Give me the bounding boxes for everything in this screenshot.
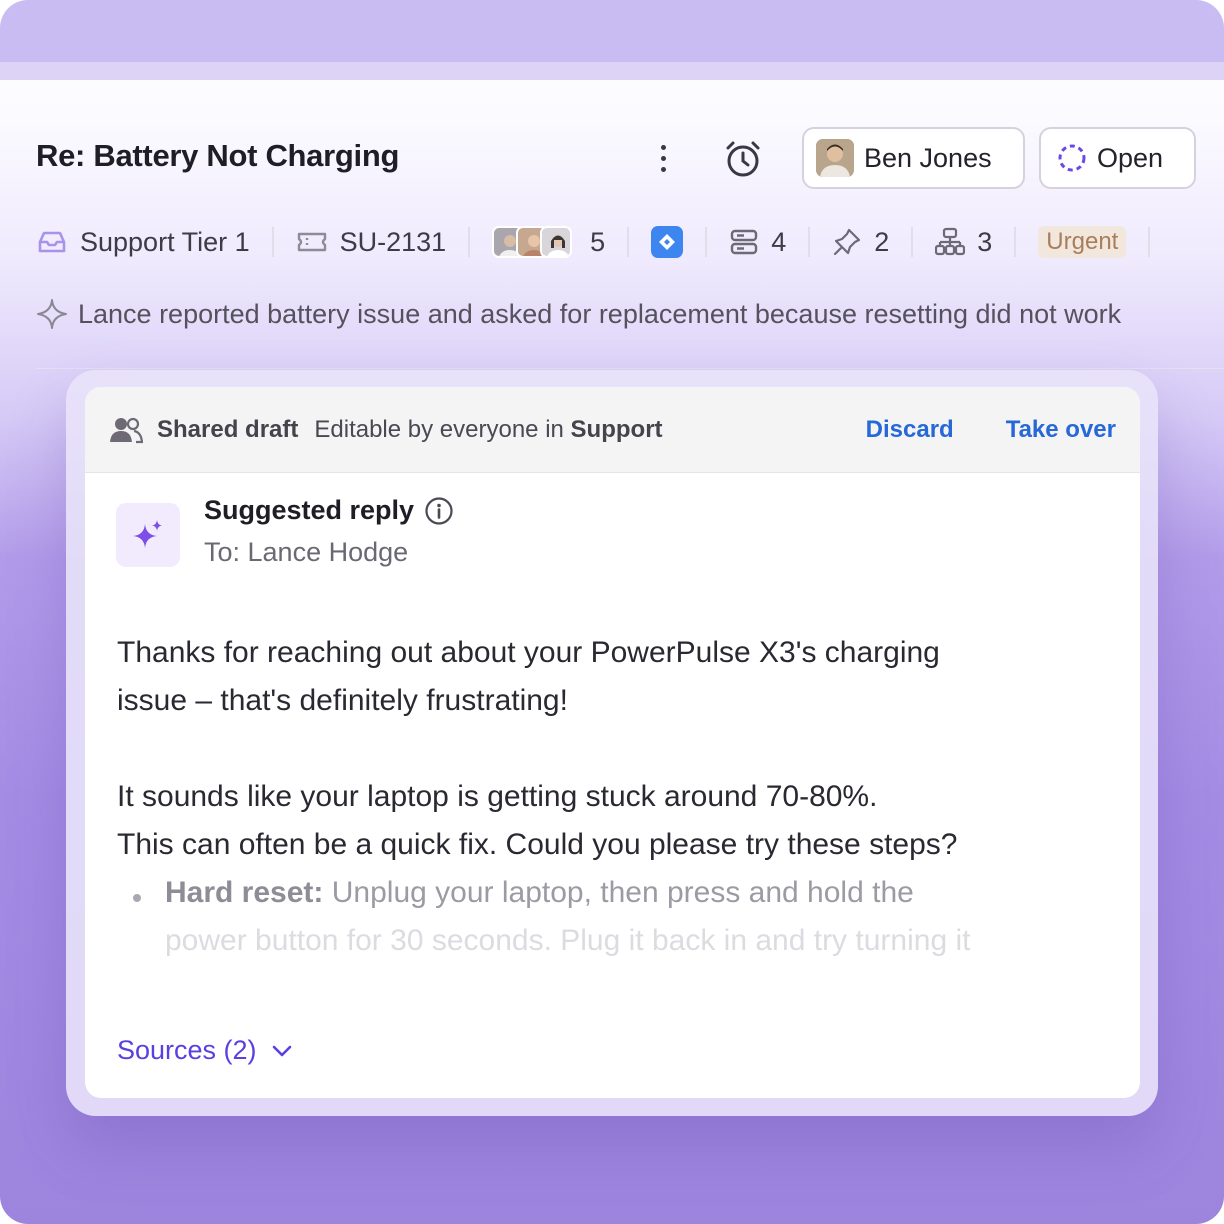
inbox-icon: [38, 231, 66, 253]
top-band: [0, 0, 1224, 62]
suggested-reply-card: Shared draft Editable by everyone in Sup…: [85, 387, 1140, 1098]
users-icon: [110, 417, 143, 443]
divider: [36, 368, 1224, 369]
reply-recipient: To: Lance Hodge: [204, 537, 409, 567]
hierarchy-icon: [935, 227, 966, 256]
assignee-name: Ben Jones: [864, 142, 992, 173]
team-chip[interactable]: Support Tier 1: [36, 227, 250, 258]
more-options-icon[interactable]: [648, 140, 678, 176]
status-label: Open: [1097, 142, 1164, 173]
server-stack-icon: [731, 229, 758, 255]
sparkle-icon: [37, 299, 67, 329]
pinned-chip[interactable]: 2: [832, 227, 889, 258]
ticket-icon: [297, 232, 326, 252]
snooze-alarm-icon[interactable]: [722, 138, 764, 180]
editable-note: Editable by everyone in Support: [314, 415, 663, 443]
sources-toggle[interactable]: Sources (2): [117, 1035, 293, 1066]
ai-summary: Lance reported battery issue and asked f…: [36, 298, 1121, 330]
top-strip: [0, 62, 1224, 80]
chevron-down-icon: [272, 1045, 291, 1056]
participants-chip[interactable]: 5: [492, 226, 605, 258]
take-over-button[interactable]: Take over: [1006, 416, 1116, 444]
list-item: Hard reset: Unplug your laptop, then pre…: [117, 869, 1107, 917]
suggested-reply-title: Suggested reply: [204, 495, 454, 526]
jira-icon[interactable]: [651, 226, 684, 258]
ticket-title: Re: Battery Not Charging: [36, 138, 400, 173]
app-canvas: Re: Battery Not Charging Ben Jones Open: [0, 0, 1224, 1224]
info-icon[interactable]: [424, 496, 454, 526]
shared-draft-label: Shared draft: [157, 415, 299, 443]
linked-chip[interactable]: 4: [729, 227, 786, 258]
ticket-meta-row: Support Tier 1 SU-2131 5 4 2 3 Urgent: [36, 220, 1172, 264]
discard-button[interactable]: Discard: [866, 416, 954, 444]
shared-draft-bar: Shared draft Editable by everyone in Sup…: [85, 387, 1140, 473]
assignee-button[interactable]: Ben Jones: [802, 127, 1025, 189]
priority-badge[interactable]: Urgent: [1038, 226, 1127, 258]
participant-avatars: [492, 226, 573, 258]
reply-body[interactable]: Thanks for reaching out about your Power…: [117, 629, 1107, 965]
status-button[interactable]: Open: [1039, 127, 1196, 189]
ticket-id-chip[interactable]: SU-2131: [296, 227, 446, 258]
open-status-icon: [1058, 144, 1086, 172]
ai-sparkle-icon: [116, 503, 180, 567]
assignee-avatar: [816, 139, 854, 177]
avatar: [540, 226, 573, 258]
hierarchy-chip[interactable]: 3: [935, 227, 992, 258]
pin-icon: [834, 228, 861, 256]
